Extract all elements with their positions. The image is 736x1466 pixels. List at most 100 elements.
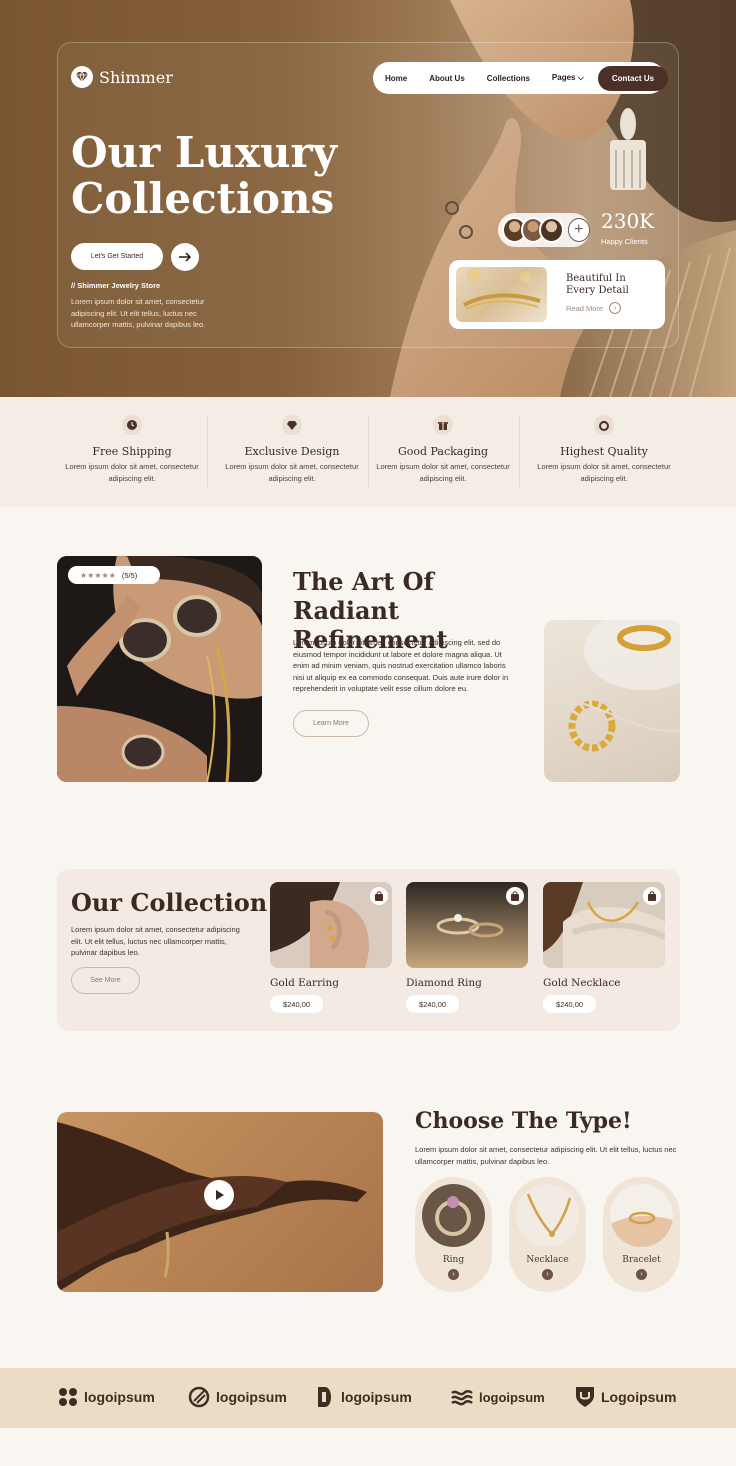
star-rating-icon: ★★★★★ xyxy=(80,570,116,580)
radiant-text: Lorem ipsum dolor sit amet, consectetur … xyxy=(293,638,509,693)
feature-desc: Lorem ipsum dolor sit amet, consectetur … xyxy=(376,462,510,483)
feature-title: Exclusive Design xyxy=(244,445,340,458)
product-name[interactable]: Gold Necklace xyxy=(543,977,620,989)
hero-arrow-button[interactable] xyxy=(171,243,199,271)
gift-box-icon xyxy=(433,415,453,435)
diamond-logo-icon xyxy=(71,66,93,88)
store-description: Lorem ipsum dolor sit amet, consectetur … xyxy=(71,297,206,329)
nav-pages[interactable]: Pages ⌵ xyxy=(552,73,584,83)
partner-logo: logoipsum xyxy=(317,1384,412,1410)
partner-logo: logoipsum xyxy=(58,1384,155,1410)
play-icon xyxy=(216,1190,224,1200)
collection-title: Our Collection xyxy=(71,888,268,917)
chevron-down-icon: ⌵ xyxy=(577,73,584,82)
partner-logo: logoipsum xyxy=(188,1384,287,1410)
clients-label: Happy Clients xyxy=(601,237,648,246)
choose-type-text: Lorem ipsum dolor sit amet, consectetur … xyxy=(415,1145,677,1166)
product-image-diamond-ring[interactable] xyxy=(406,882,528,968)
brand-name: Shimmer xyxy=(99,67,173,87)
gold-rings-photo xyxy=(544,620,680,782)
feature-free-shipping: Free Shipping Lorem ipsum dolor sit amet… xyxy=(56,415,208,484)
shield-logo-icon xyxy=(576,1387,594,1407)
dots-logo-icon xyxy=(59,1388,77,1406)
divider xyxy=(519,415,520,487)
ring-icon xyxy=(594,415,614,435)
gem-icon xyxy=(282,415,302,435)
arrow-right-icon xyxy=(179,252,192,262)
feature-title: Highest Quality xyxy=(560,445,648,458)
avatar xyxy=(539,217,564,243)
play-button[interactable] xyxy=(204,1180,234,1210)
arrow-right-icon: › xyxy=(609,302,622,314)
product-price: $240,00 xyxy=(270,995,323,1013)
bracelet-image xyxy=(610,1184,673,1247)
nav-collections[interactable]: Collections xyxy=(487,74,530,83)
shopping-bag-icon[interactable] xyxy=(643,887,661,905)
product-price: $240,00 xyxy=(543,995,596,1013)
product-price: $240,00 xyxy=(406,995,459,1013)
arrow-right-icon[interactable]: › xyxy=(542,1269,553,1280)
product-image-necklace[interactable] xyxy=(543,882,665,968)
arrow-right-icon[interactable]: › xyxy=(636,1269,647,1280)
feature-title: Free Shipping xyxy=(92,445,172,458)
choose-type-title: Choose The Type! xyxy=(415,1108,632,1134)
get-started-button[interactable]: Let's Get Started xyxy=(71,243,163,270)
shopping-bag-icon[interactable] xyxy=(506,887,524,905)
feature-title: Good Packaging xyxy=(397,445,489,458)
clock-icon xyxy=(122,415,142,435)
type-name: Necklace xyxy=(526,1255,569,1265)
nav-pages-label: Pages xyxy=(551,73,576,82)
feature-exclusive-design: Exclusive Design Lorem ipsum dolor sit a… xyxy=(216,415,368,484)
feature-desc: Lorem ipsum dolor sit amet, consectetur … xyxy=(225,462,359,483)
product-image-earring[interactable] xyxy=(270,882,392,968)
partner-logo-text: logoipsum xyxy=(84,1389,155,1405)
type-card-necklace[interactable]: Necklace › xyxy=(509,1177,586,1292)
rating-badge: ★★★★★ (5/5) xyxy=(68,566,160,584)
partner-logo-text: logoipsum xyxy=(479,1389,545,1405)
divider xyxy=(207,415,208,487)
detail-title: Beautiful In Every Detail xyxy=(566,273,629,296)
collection-text: Lorem ipsum dolor sit amet, consectetur … xyxy=(71,925,240,957)
feature-desc: Lorem ipsum dolor sit amet, consectetur … xyxy=(65,462,199,483)
bracelet-image xyxy=(456,267,547,322)
client-avatars: + xyxy=(498,213,590,247)
main-nav: Home About Us Collections Pages ⌵ Contac… xyxy=(373,62,669,94)
see-more-button[interactable]: See More xyxy=(71,967,140,994)
d-shape-logo-icon xyxy=(318,1387,331,1407)
partner-logo-text: logoipsum xyxy=(216,1389,287,1405)
type-card-bracelet[interactable]: Bracelet › xyxy=(603,1177,680,1292)
detail-card[interactable]: Beautiful In Every Detail Read More › xyxy=(449,260,665,329)
learn-more-button[interactable]: Learn More xyxy=(293,710,369,737)
partner-logo-text: logoipsum xyxy=(341,1389,412,1405)
read-more-link[interactable]: Read More › xyxy=(566,302,622,314)
type-card-ring[interactable]: Ring › xyxy=(415,1177,492,1292)
product-name[interactable]: Gold Earring xyxy=(270,977,339,989)
feature-good-packaging: Good Packaging Lorem ipsum dolor sit ame… xyxy=(367,415,519,484)
partner-logo: logoipsum xyxy=(451,1384,545,1410)
rating-value: (5/5) xyxy=(121,570,138,580)
type-name: Bracelet xyxy=(622,1255,661,1265)
plus-icon[interactable]: + xyxy=(567,218,590,242)
feature-desc: Lorem ipsum dolor sit amet, consectetur … xyxy=(537,462,671,483)
feature-highest-quality: Highest Quality Lorem ipsum dolor sit am… xyxy=(528,415,680,484)
brand-logo[interactable]: Shimmer xyxy=(71,66,173,88)
arrow-right-icon[interactable]: › xyxy=(448,1269,459,1280)
nav-home[interactable]: Home xyxy=(385,74,407,83)
model-sunglasses-photo xyxy=(57,556,262,782)
nav-about-us[interactable]: About Us xyxy=(429,74,465,83)
necklace-image xyxy=(516,1184,579,1247)
waves-logo-icon xyxy=(451,1389,473,1406)
partner-logo-text: Logoipsum xyxy=(601,1389,677,1405)
shopping-bag-icon[interactable] xyxy=(370,887,388,905)
product-name[interactable]: Diamond Ring xyxy=(406,977,482,989)
features-strip: Free Shipping Lorem ipsum dolor sit amet… xyxy=(0,397,736,507)
contact-us-button[interactable]: Contact Us xyxy=(597,65,669,91)
hero-section: Shimmer Home About Us Collections Pages … xyxy=(0,0,736,397)
read-more-label: Read More xyxy=(566,303,604,313)
hero-title: Our Luxury Collections xyxy=(71,128,338,223)
type-name: Ring xyxy=(442,1255,465,1265)
partner-logo: Logoipsum xyxy=(575,1384,676,1410)
circle-slash-logo-icon xyxy=(188,1386,210,1408)
clients-count: 230K xyxy=(601,209,655,233)
store-tag: // Shimmer Jewelry Store xyxy=(71,281,161,290)
